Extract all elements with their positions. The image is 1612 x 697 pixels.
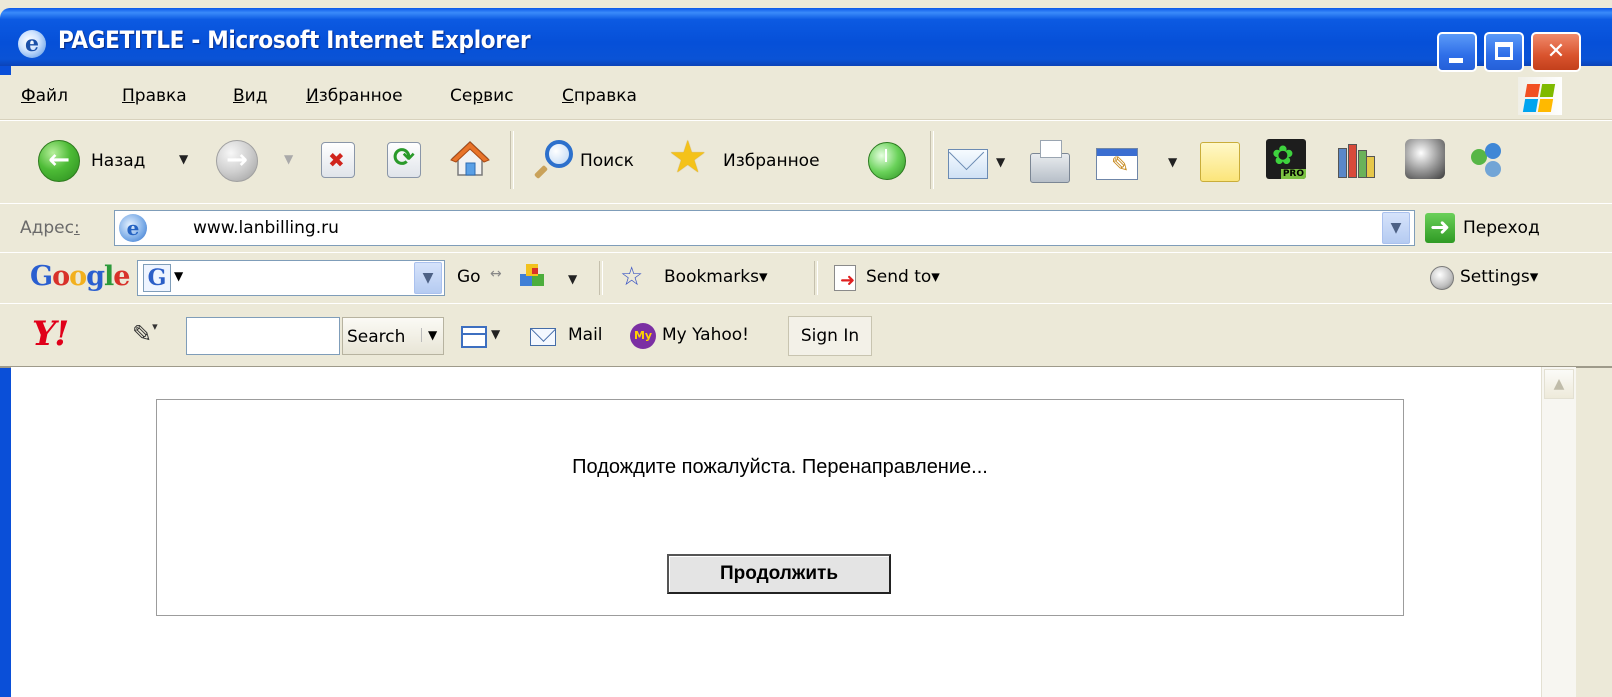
bookmarks-icon[interactable]: ☆ [620,264,643,290]
minimize-icon [1449,58,1463,63]
search-label: Поиск [580,151,634,171]
my-yahoo-icon[interactable]: My [630,323,656,349]
pencil-icon[interactable]: ✎▾ [132,320,158,348]
ie-icon: e [18,30,46,58]
back-arrow-icon: ← [48,145,70,175]
standard-toolbar: ← Назад ▼ → ▼ Поиск ★ Избранное [0,120,1612,204]
note-icon[interactable] [1200,142,1240,182]
windows-logo-icon [1518,77,1562,115]
google-logo[interactable]: Google [30,261,130,292]
send-to-button[interactable]: Send to▾ [866,267,940,287]
address-field[interactable]: e ▼ [114,210,1415,246]
window-title: PAGETITLE - Microsoft Internet Explorer [58,26,531,54]
mail-envelope-icon[interactable] [530,328,556,346]
back-button[interactable]: ← [38,140,80,182]
back-dropdown-icon[interactable]: ▼ [179,152,188,166]
layout-dropdown-icon[interactable]: ▼ [491,327,500,341]
sign-in-button[interactable]: Sign In [788,316,872,356]
menu-favorites[interactable]: Избранное [306,86,403,106]
address-label: Адрес: [20,218,80,238]
redirect-panel: Подождите пожалуйста. Перенаправление...… [156,399,1404,616]
scroll-up-icon[interactable]: ▲ [1544,369,1574,399]
mail-icon[interactable] [948,149,988,179]
messenger-icon[interactable] [1467,139,1509,179]
forward-arrow-icon: → [226,145,248,175]
print-icon[interactable] [1030,140,1070,183]
send-to-icon[interactable] [834,265,856,291]
yahoo-search-label: Search [347,327,406,347]
mail-dropdown-icon[interactable]: ▼ [996,155,1005,169]
go-label[interactable]: Переход [1463,218,1540,238]
continue-button[interactable]: Продолжить [667,554,891,594]
search-icon-handle [533,164,549,180]
vertical-scrollbar[interactable]: ▲ [1541,367,1576,697]
menu-bar: Файл Правка Вид Избранное Сервис Справка [0,75,1612,120]
page-ie-icon: e [119,214,147,242]
star-icon: ★ [668,132,708,183]
google-search-dropdown-icon[interactable]: ▼ [414,262,442,294]
layout-icon[interactable] [461,326,487,348]
bookmarks-button[interactable]: Bookmarks▾ [664,267,768,287]
back-label: Назад [91,151,146,171]
google-go-button[interactable]: Go [457,267,481,287]
settings-button[interactable]: Settings▾ [1460,267,1538,287]
icq-pro-icon[interactable]: ✿ PRO [1266,139,1306,179]
home-icon[interactable] [450,139,490,179]
yahoo-search-button[interactable]: Search ▼ [342,317,444,355]
edit-dropdown-icon[interactable]: ▼ [1168,155,1177,169]
toolbar-separator [510,131,514,189]
my-yahoo-button[interactable]: My Yahoo! [662,325,749,345]
yahoo-toolbar: Y! ✎▾ Search ▼ ▼ Mail My My Yahoo! Sign … [0,303,1612,368]
yahoo-logo[interactable]: Y! [32,314,69,354]
menu-tools[interactable]: Сервис [450,86,514,106]
menu-file[interactable]: Файл [21,86,68,106]
forward-button[interactable]: → [216,140,258,182]
history-icon[interactable] [868,142,906,180]
toolbar-separator [599,261,603,295]
forward-dropdown-icon[interactable]: ▼ [284,152,293,166]
puzzle-icon[interactable] [518,262,548,292]
yahoo-search-input[interactable] [186,317,340,355]
settings-icon[interactable] [1430,266,1454,290]
google-search-combo[interactable]: G ▼ ▼ [137,260,445,296]
address-dropdown-icon[interactable]: ▼ [1382,212,1410,244]
yahoo-mail-button[interactable]: Mail [568,325,603,345]
address-bar: Адрес: e ▼ ➜ Переход [0,203,1612,253]
stop-icon[interactable] [321,142,355,178]
menu-edit[interactable]: Правка [122,86,187,106]
google-toolbar: Google G ▼ ▼ Go ↔ ▼ ☆ Bookmarks▾ Send to… [0,252,1612,304]
menu-view[interactable]: Вид [233,86,267,106]
browser-window: e PAGETITLE - Microsoft Internet Explore… [0,0,1612,697]
go-arrow-icon[interactable]: ➜ [1425,213,1455,243]
maximize-icon [1495,42,1513,60]
puzzle-dropdown-icon[interactable]: ▼ [568,272,577,286]
google-g-dropdown-icon[interactable]: ▼ [174,269,183,283]
yahoo-search-dropdown-icon[interactable]: ▼ [421,328,437,342]
mixer-icon[interactable] [1405,139,1445,179]
toolbar-separator [930,131,934,189]
redirect-message: Подождите пожалуйста. Перенаправление... [572,456,988,478]
close-icon: ✕ [1546,39,1566,64]
search-icon [545,140,573,168]
menu-help[interactable]: Справка [562,86,637,106]
maximize-button[interactable] [1484,32,1524,72]
title-bar[interactable]: e PAGETITLE - Microsoft Internet Explore… [0,8,1612,72]
drag-handle-icon[interactable]: ↔ [490,266,502,282]
favorites-label: Избранное [723,151,820,171]
close-button[interactable]: ✕ [1531,32,1581,72]
refresh-icon[interactable] [387,142,421,178]
minimize-button[interactable] [1437,32,1477,72]
address-input[interactable] [193,211,1353,245]
google-g-icon[interactable]: G [143,264,171,292]
toolbar-separator [814,261,818,295]
research-icon[interactable] [1335,140,1375,180]
edit-icon[interactable] [1096,148,1138,180]
